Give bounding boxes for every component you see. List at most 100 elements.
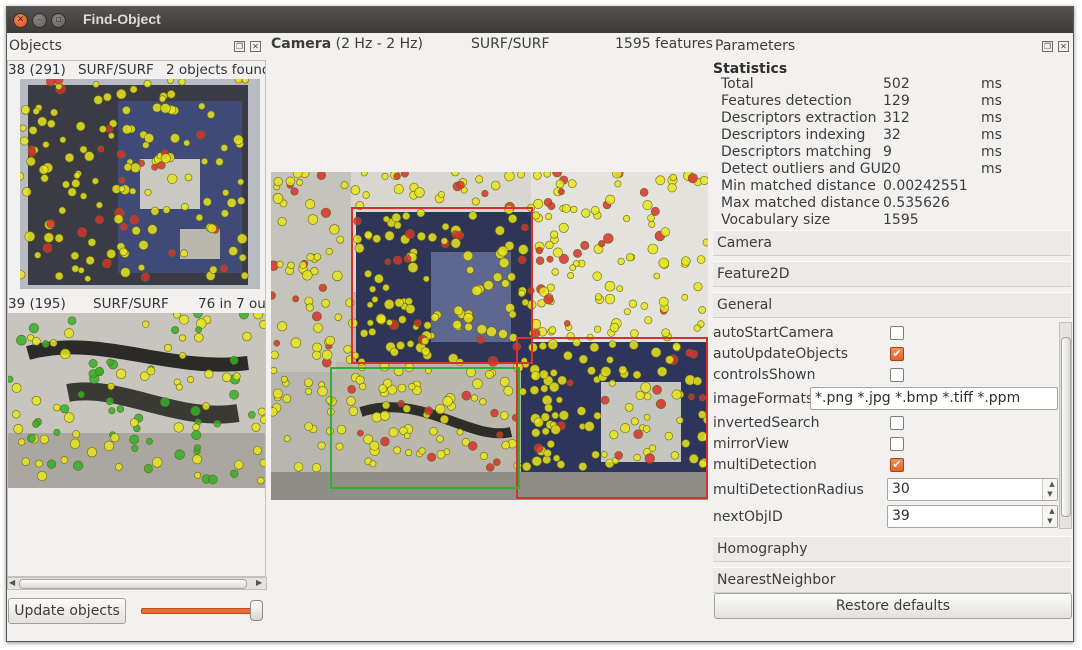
keypoint-marker: [493, 458, 501, 467]
keypoint-marker: [672, 342, 681, 351]
keypoint-marker: [535, 246, 544, 255]
keypoint-marker: [655, 175, 666, 186]
keypoint-marker: [329, 224, 340, 235]
object-id-label: 38 (291): [8, 62, 66, 78]
window-close-button[interactable]: ✕: [13, 13, 28, 28]
keypoint-marker: [178, 79, 186, 86]
object-method-label: SURF/SURF: [78, 62, 154, 78]
mirror-view-checkbox[interactable]: [890, 437, 904, 451]
keypoint-marker: [183, 139, 191, 147]
multi-detection-radius-spinbox[interactable]: 30 ▲ ▼: [887, 478, 1058, 501]
keypoint-marker: [46, 219, 56, 229]
keypoint-marker: [518, 289, 526, 298]
keypoint-marker: [508, 214, 518, 224]
scrollbar-thumb[interactable]: [19, 579, 247, 589]
keypoint-marker: [49, 339, 58, 347]
object-thumbnail[interactable]: [8, 313, 265, 488]
keypoint-marker: [115, 368, 127, 379]
camera-view[interactable]: [271, 172, 708, 500]
stat-name: Detect outliers and GUI: [721, 161, 885, 177]
keypoint-marker: [62, 180, 70, 189]
auto-update-objects-checkbox[interactable]: ✔: [890, 347, 904, 361]
auto-start-camera-checkbox[interactable]: [890, 326, 904, 340]
keypoint-marker: [557, 188, 565, 196]
keypoint-marker: [230, 469, 239, 479]
keypoint-marker: [382, 283, 390, 292]
keypoint-marker: [479, 398, 487, 406]
keypoint-marker: [271, 366, 278, 375]
keypoint-marker: [647, 243, 659, 255]
keypoint-marker: [64, 328, 74, 339]
spin-arrows[interactable]: ▲ ▼: [1042, 479, 1057, 500]
section-feature2d[interactable]: Feature2D: [713, 261, 1071, 287]
keypoint-marker: [179, 314, 190, 325]
parameters-dock-close-button[interactable]: ✕: [1058, 41, 1069, 52]
spin-down-icon[interactable]: ▼: [1047, 490, 1052, 498]
keypoint-marker: [106, 358, 114, 366]
keypoint-marker: [545, 212, 553, 221]
section-general[interactable]: General: [713, 292, 1071, 318]
section-camera[interactable]: Camera: [713, 230, 1071, 256]
next-obj-id-spinbox[interactable]: 39 ▲ ▼: [887, 505, 1058, 528]
stat-unit: ms: [981, 110, 1002, 126]
section-nearest-neighbor[interactable]: NearestNeighbor: [713, 567, 1071, 593]
keypoint-marker: [335, 442, 344, 451]
keypoint-marker: [166, 90, 176, 99]
stat-unit: ms: [981, 76, 1002, 92]
window-maximize-button[interactable]: ▫: [51, 13, 66, 28]
stat-value: 32: [883, 127, 901, 143]
keypoint-marker: [251, 422, 261, 432]
keypoint-marker: [233, 134, 244, 145]
keypoint-marker: [130, 418, 139, 427]
keypoint-marker: [633, 429, 644, 440]
keypoint-marker: [487, 356, 499, 367]
spin-down-icon[interactable]: ▼: [1047, 517, 1052, 525]
keypoint-marker: [58, 206, 67, 215]
keypoint-marker: [533, 443, 544, 453]
objects-dock-float-button[interactable]: ❐: [234, 41, 245, 52]
keypoint-marker: [192, 423, 200, 431]
scroll-left-icon[interactable]: ◀: [9, 578, 15, 587]
check-icon: ✔: [892, 347, 902, 360]
scrollbar-thumb[interactable]: [1061, 337, 1071, 517]
parameters-dock-float-button[interactable]: ❐: [1042, 41, 1053, 52]
threshold-slider-handle[interactable]: [250, 600, 263, 621]
keypoint-marker: [31, 336, 41, 346]
objects-list[interactable]: 38 (291) SURF/SURF 2 objects found 39 (1…: [7, 60, 266, 577]
restore-defaults-button[interactable]: Restore defaults: [714, 593, 1072, 619]
multi-detection-checkbox[interactable]: ✔: [890, 458, 904, 472]
objects-dock-close-button[interactable]: ✕: [250, 41, 261, 52]
keypoint-marker: [69, 438, 81, 449]
object-thumbnail[interactable]: [20, 79, 260, 289]
spin-up-icon[interactable]: ▲: [1049, 507, 1054, 515]
window-minimize-button[interactable]: –: [32, 13, 47, 28]
keypoint-marker: [648, 220, 656, 228]
objects-horizontal-scrollbar[interactable]: ◀ ▶: [7, 577, 267, 590]
keypoint-marker: [192, 454, 203, 465]
section-homography[interactable]: Homography: [713, 536, 1071, 562]
spin-arrows[interactable]: ▲ ▼: [1042, 506, 1057, 527]
keypoint-marker: [563, 351, 573, 361]
update-objects-button[interactable]: Update objects: [8, 598, 126, 624]
keypoint-marker: [122, 124, 132, 135]
keypoint-marker: [383, 299, 395, 310]
keypoint-marker: [603, 233, 614, 244]
spin-up-icon[interactable]: ▲: [1049, 480, 1054, 488]
keypoint-marker: [549, 382, 560, 393]
keypoint-marker: [479, 451, 488, 460]
keypoint-marker: [253, 446, 262, 455]
threshold-slider[interactable]: [141, 608, 261, 614]
keypoint-marker: [353, 234, 362, 244]
object-method-label: SURF/SURF: [93, 296, 169, 312]
image-formats-input[interactable]: *.png *.jpg *.bmp *.tiff *.ppm: [810, 387, 1058, 410]
keypoint-marker: [517, 172, 525, 179]
keypoint-marker: [629, 340, 639, 350]
parameters-vertical-scrollbar[interactable]: [1059, 322, 1072, 529]
float-icon: ❐: [1043, 42, 1052, 51]
controls-shown-checkbox[interactable]: [890, 368, 904, 382]
keypoint-marker: [364, 230, 373, 240]
keypoint-marker: [293, 462, 304, 472]
scroll-right-icon[interactable]: ▶: [256, 578, 262, 587]
keypoint-marker: [357, 358, 366, 366]
inverted-search-checkbox[interactable]: [890, 416, 904, 430]
